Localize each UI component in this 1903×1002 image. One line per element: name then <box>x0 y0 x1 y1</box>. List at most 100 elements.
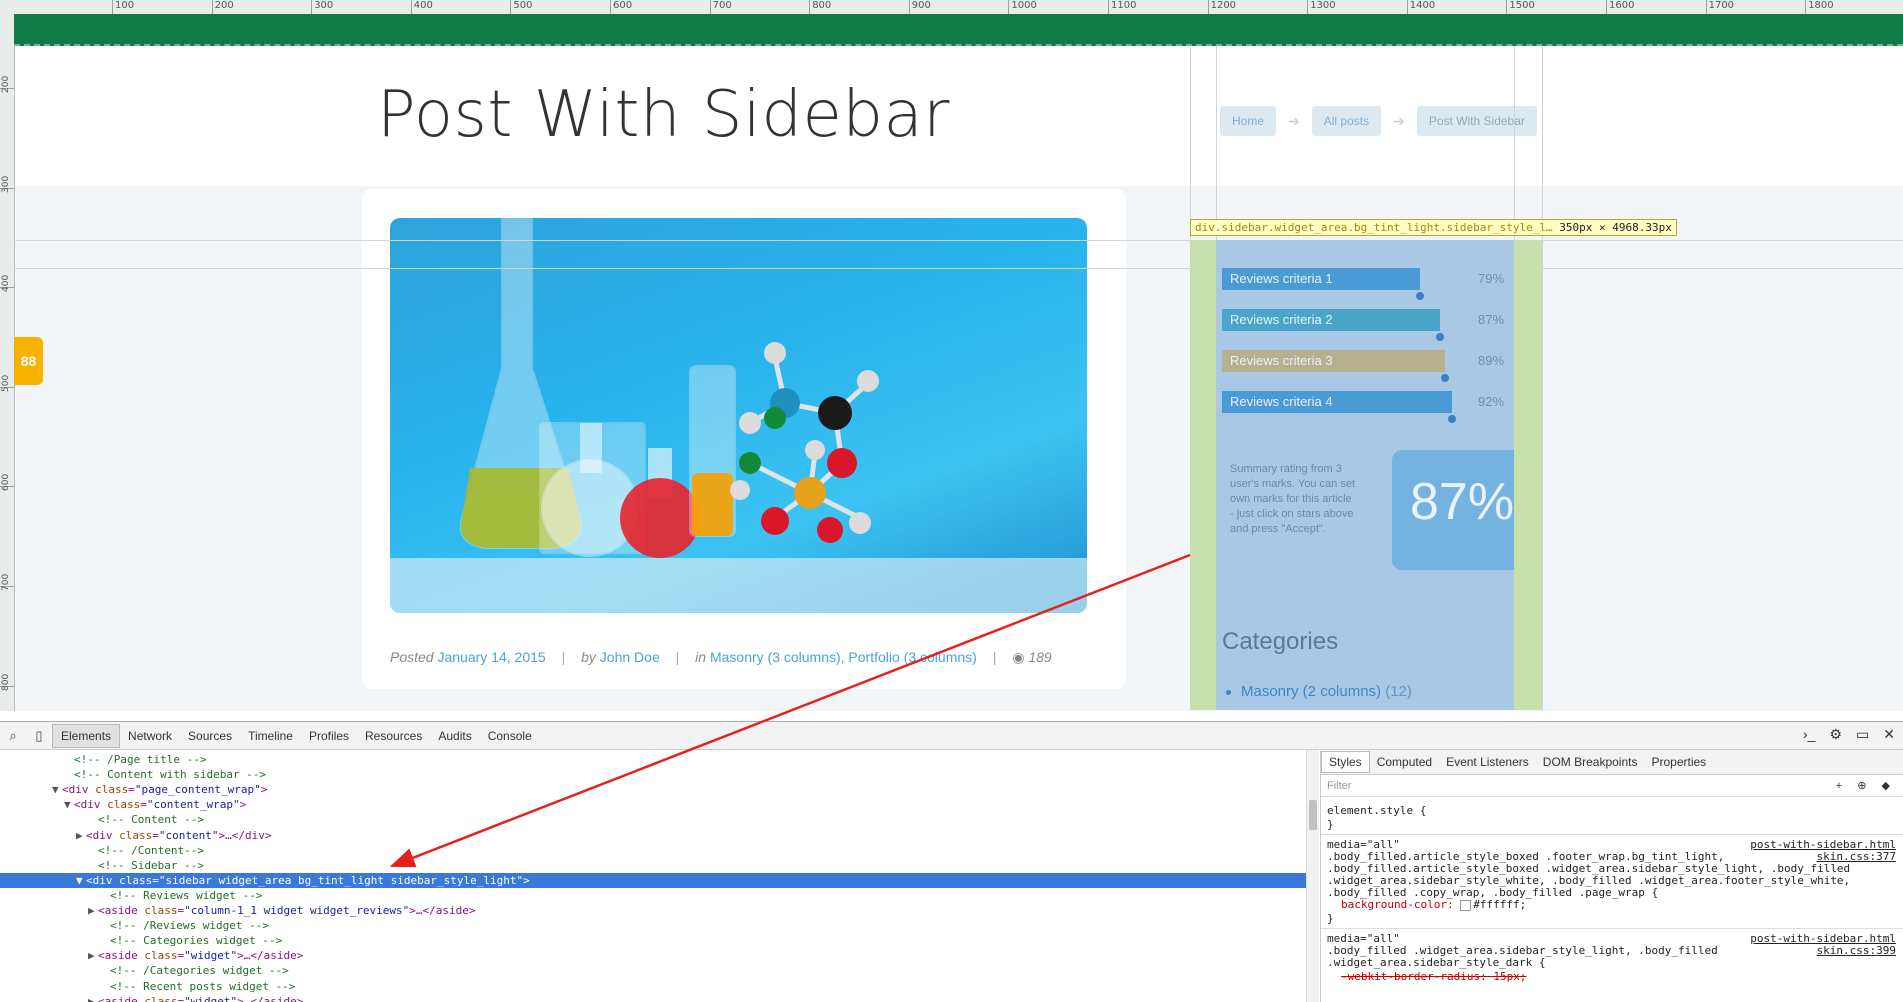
html-attr-value: "sidebar widget_area bg_tint_light sideb… <box>158 873 524 887</box>
ruler-top: 100 200 300 400 500 600 700 800 900 1000 1100 1200 1… <box>0 0 1903 15</box>
search-icon[interactable]: ⌕ <box>0 728 26 744</box>
review-criteria-bar[interactable]: Reviews criteria 2 <box>1222 309 1440 331</box>
elements-scrollbar[interactable] <box>1306 750 1319 1002</box>
elements-node[interactable]: <!-- Content --> <box>0 812 1306 827</box>
rating-marker-icon[interactable] <box>1441 374 1449 382</box>
styles-tab-styles[interactable]: Styles <box>1321 751 1370 773</box>
devtools-tab-sources[interactable]: Sources <box>180 725 240 747</box>
devtools-tab-resources[interactable]: Resources <box>357 725 430 747</box>
meta-separator: | <box>561 649 566 665</box>
ruler-left: 200 300 400 500 600 700 800 <box>0 14 15 711</box>
disclosure-triangle-icon[interactable]: ▶ <box>76 828 86 843</box>
author-link[interactable]: John Doe <box>600 649 660 665</box>
rating-marker-icon[interactable] <box>1416 292 1424 300</box>
category-links[interactable]: Masonry (3 columns), Portfolio (3 column… <box>710 649 977 665</box>
ruler-tick-label: 400 <box>0 275 14 292</box>
html-tag-open: <div <box>86 873 120 887</box>
devtools-tab-timeline[interactable]: Timeline <box>240 725 301 747</box>
ruler-tick-label: 800 <box>809 0 831 14</box>
html-attr-eq: = <box>140 798 147 812</box>
post-date-link[interactable]: January 14, 2015 <box>437 649 545 665</box>
category-item-count: (12) <box>1385 683 1412 700</box>
color-swatch-icon[interactable] <box>1460 899 1472 911</box>
disclosure-triangle-icon[interactable]: ▶ <box>88 948 98 963</box>
html-tag-close: > <box>239 798 247 812</box>
elements-node[interactable]: <!-- Categories widget --> <box>0 933 1306 948</box>
console-drawer-icon[interactable]: ›_ <box>1803 726 1815 743</box>
styles-tab-dom-breakpoints[interactable]: DOM Breakpoints <box>1536 752 1645 772</box>
review-criteria-bar[interactable]: Reviews criteria 4 <box>1222 391 1452 413</box>
disclosure-triangle-icon[interactable]: ▶ <box>88 903 98 918</box>
devtools-tab-audits[interactable]: Audits <box>430 725 479 747</box>
ruler-tick-label: 700 <box>0 574 14 591</box>
devtools-tab-network[interactable]: Network <box>120 725 180 747</box>
review-criteria-bar[interactable]: Reviews criteria 3 <box>1222 350 1445 372</box>
ruler-tick-label: 300 <box>0 175 14 193</box>
disclosure-triangle-icon[interactable]: ▼ <box>64 797 74 812</box>
disclosure-triangle-icon[interactable]: ▼ <box>52 782 62 797</box>
scrollbar-thumb[interactable] <box>1309 800 1317 830</box>
tooltip-selector: div.sidebar.widget_area.bg_tint_light.si… <box>1195 221 1553 234</box>
elements-node[interactable]: <!-- /Categories widget --> <box>0 963 1306 978</box>
breadcrumb-all-posts[interactable]: All posts <box>1311 106 1382 136</box>
html-attr-eq: = <box>152 828 159 842</box>
html-comment: <!-- Content --> <box>98 813 204 827</box>
styles-tab-properties[interactable]: Properties <box>1644 752 1713 772</box>
styles-filter-input[interactable]: Filter + ⊕ ◆ <box>1321 775 1903 797</box>
elements-node[interactable]: <!-- Content with sidebar --> <box>0 767 1306 782</box>
category-item-label: Masonry (2 columns) <box>1241 683 1382 700</box>
rating-marker-icon[interactable] <box>1448 415 1456 423</box>
filter-actions[interactable]: + ⊕ ◆ <box>1836 775 1896 797</box>
rule2-overridden-property[interactable]: -webkit-border-radius: 15px; <box>1341 970 1526 984</box>
close-brace: } <box>1327 912 1334 925</box>
elements-node[interactable]: <!-- /Reviews widget --> <box>0 918 1306 933</box>
elements-node[interactable]: <!-- /Page title --> <box>0 752 1306 767</box>
ruler-tick-label: 1700 <box>1705 0 1734 14</box>
side-gadget-tab[interactable]: 88 <box>14 337 43 385</box>
elements-node[interactable]: <!-- Recent posts widget --> <box>0 979 1306 994</box>
elements-selected-node[interactable]: ▼ <div class="sidebar widget_area bg_tint… <box>0 872 1306 888</box>
ruler-tick-label: 400 <box>410 0 433 14</box>
elements-node[interactable]: ▶ <aside class="widget">…</aside> <box>0 948 1306 963</box>
elements-node[interactable]: ▼ <div class="page_content_wrap"> <box>0 782 1306 797</box>
breadcrumb-home[interactable]: Home <box>1220 106 1277 136</box>
html-attr-name: class <box>119 828 153 842</box>
elements-node[interactable]: <!-- Sidebar --> <box>0 858 1306 873</box>
review-criteria-bar[interactable]: Reviews criteria 1 <box>1222 268 1420 290</box>
html-comment: <!-- Categories widget --> <box>110 934 283 948</box>
guide-line <box>1542 46 1543 710</box>
devtools-tab-console[interactable]: Console <box>480 725 540 747</box>
html-tag-close: >…</aside> <box>237 949 304 963</box>
rule2-source-file[interactable]: skin.css:399 <box>1817 944 1896 958</box>
html-tag-close: > <box>260 783 268 797</box>
devtools-tab-elements[interactable]: Elements <box>52 723 121 748</box>
rule1-declaration[interactable]: background-color: #ffffff; <box>1341 898 1526 912</box>
elements-node[interactable]: ▼ <div class="content_wrap"> <box>0 797 1306 812</box>
html-attr-eq: = <box>128 783 135 797</box>
elements-node[interactable]: <!-- Reviews widget --> <box>0 888 1306 903</box>
elements-node[interactable]: ▶ <div class="content">…</div> <box>0 828 1306 843</box>
html-attr-value: "content_wrap" <box>146 798 240 812</box>
ruler-tick-label: 200 <box>211 0 234 14</box>
device-mode-icon[interactable]: ▯ <box>26 728 52 744</box>
styles-tabs: Styles Computed Event Listeners DOM Breakpo… <box>1321 750 1903 775</box>
styles-tab-computed[interactable]: Computed <box>1370 752 1439 772</box>
dock-icon[interactable]: ▭ <box>1856 726 1869 743</box>
elements-tree[interactable]: <!-- /Page title --> <!-- Content with si… <box>0 750 1306 1002</box>
close-icon[interactable]: ✕ <box>1883 726 1895 743</box>
rating-marker-icon[interactable] <box>1436 333 1444 341</box>
styles-tab-event-listeners[interactable]: Event Listeners <box>1439 752 1536 772</box>
lab-glassware-illustration <box>390 218 1087 613</box>
ruler-tick-label: 900 <box>908 0 931 14</box>
elements-node[interactable]: <!-- /Content--> <box>0 843 1306 858</box>
disclosure-triangle-icon[interactable]: ▼ <box>76 873 86 888</box>
element-style-rule[interactable]: element.style { <box>1327 804 1426 818</box>
devtools-tab-profiles[interactable]: Profiles <box>301 725 357 747</box>
category-item[interactable]: Masonry (2 columns) (12) <box>1226 683 1412 700</box>
guide-line <box>14 268 1903 269</box>
ruler-tick-label: 800 <box>0 673 14 691</box>
rule2-selector-2: .widget_area.sidebar_style_dark { <box>1327 956 1546 969</box>
elements-node[interactable]: ▶ <aside class="column-1_1 widget widget_… <box>0 903 1306 918</box>
gear-icon[interactable]: ⚙ <box>1829 726 1842 743</box>
html-tag-close: >…</aside> <box>409 904 476 917</box>
